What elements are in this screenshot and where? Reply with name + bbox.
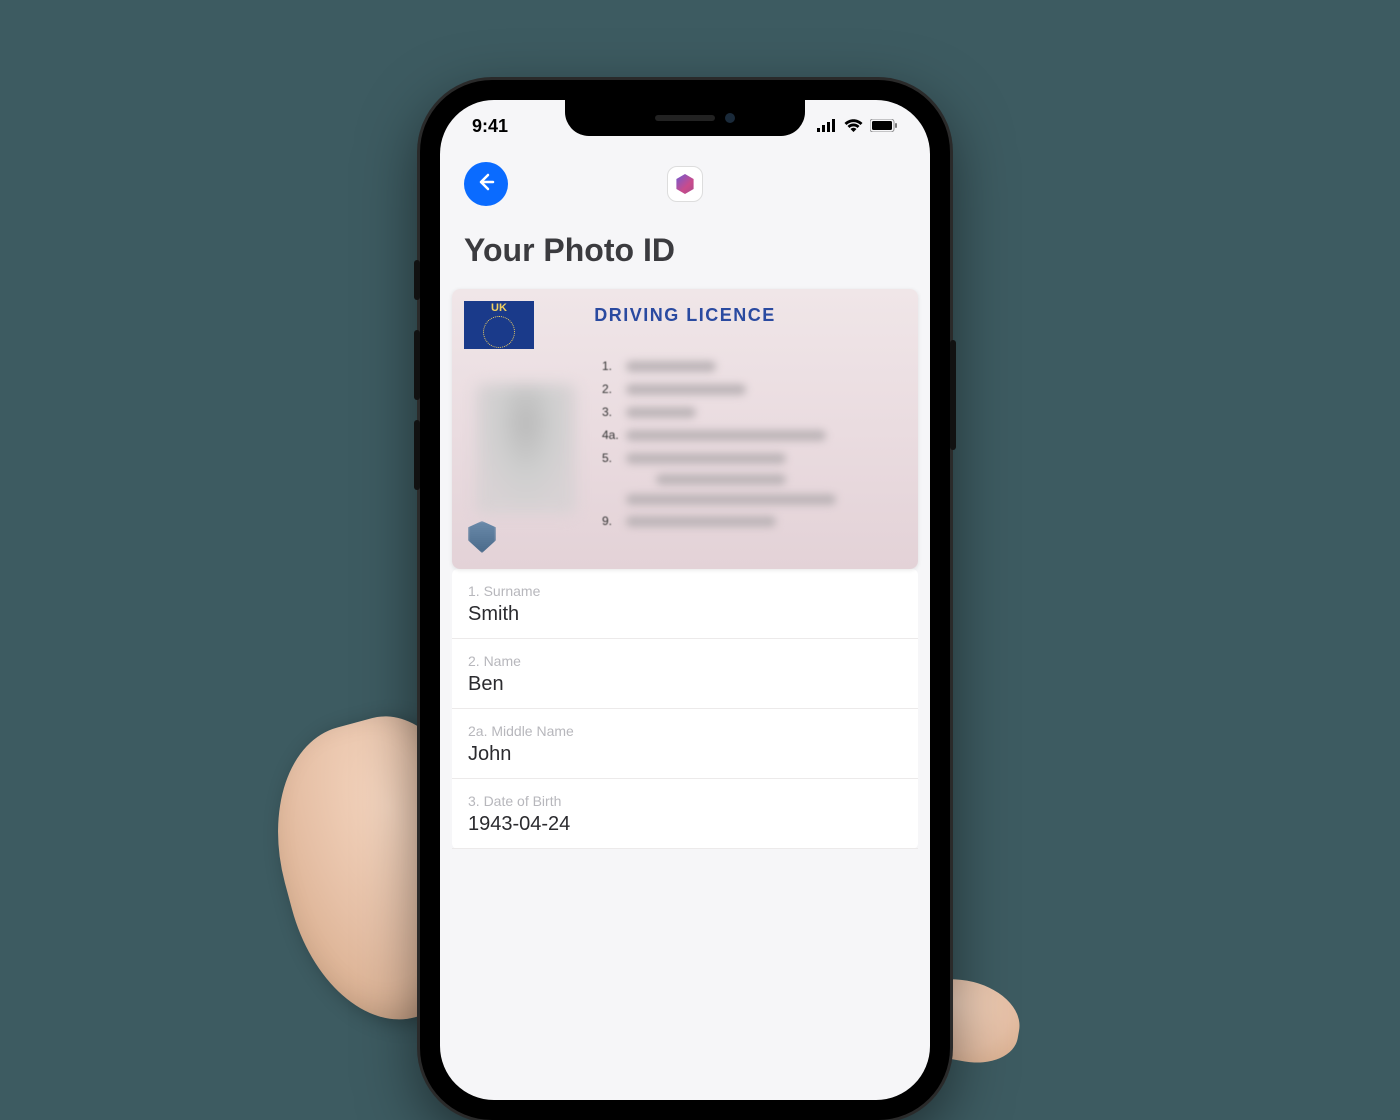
back-button[interactable] [464,162,508,206]
id-fields-list: 1. Surname Smith 2. Name Ben 2a. Middle … [452,569,918,849]
field-value: John [468,743,902,766]
hexagon-icon [675,174,695,194]
page-title: Your Photo ID [440,216,930,289]
status-time: 9:41 [472,116,508,137]
card-line-number: 5. [602,451,626,465]
wifi-icon [844,116,863,137]
field-value: Ben [468,673,902,696]
document-header: DRIVING LICENCE [452,305,918,326]
id-card-preview[interactable]: UK DRIVING LICENCE 1. 2. 3. 4a. 5. 9. [452,289,918,569]
phone-frame: 9:41 Your Ph [420,80,950,1120]
field-label: 1. Surname [468,583,902,599]
phone-notch [565,100,805,136]
front-camera [725,113,735,123]
id-text-blurred: 1. 2. 3. 4a. 5. 9. [602,359,898,537]
phone-power-button [950,340,956,450]
arrow-left-icon [476,172,496,197]
card-line-number: 4a. [602,428,626,442]
id-photo-blurred [476,384,576,514]
phone-volume-up [414,330,420,400]
field-value: Smith [468,603,902,626]
app-logo [667,166,703,202]
field-name: 2. Name Ben [452,639,918,709]
nav-bar [440,152,930,216]
field-surname: 1. Surname Smith [452,569,918,639]
card-line-number: 1. [602,359,626,373]
field-value: 1943-04-24 [468,813,902,836]
field-label: 2a. Middle Name [468,723,902,739]
field-middle-name: 2a. Middle Name John [452,709,918,779]
phone-screen: 9:41 Your Ph [440,100,930,1100]
field-label: 3. Date of Birth [468,793,902,809]
card-line-number: 3. [602,405,626,419]
shield-icon [468,521,496,553]
field-date-of-birth: 3. Date of Birth 1943-04-24 [452,779,918,849]
field-label: 2. Name [468,653,902,669]
cellular-icon [817,116,837,137]
card-line-number: 9. [602,514,626,528]
phone-volume-down [414,420,420,490]
card-line-number: 2. [602,382,626,396]
battery-icon [870,116,898,137]
phone-silence-switch [414,260,420,300]
speaker-grille [655,115,715,121]
